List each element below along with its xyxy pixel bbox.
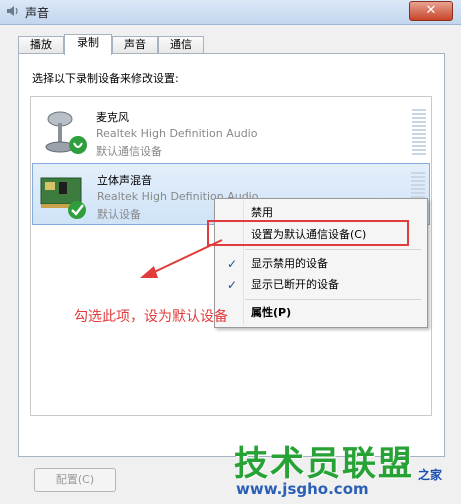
menu-item-label: 属性(P) xyxy=(251,306,292,319)
arrow-icon xyxy=(140,239,223,278)
device-status: 默认设备 xyxy=(97,208,141,221)
close-button[interactable]: ✕ xyxy=(409,1,453,21)
tab-communications[interactable]: 通信 xyxy=(158,36,204,54)
highlight-box xyxy=(207,220,409,246)
tab-playback[interactable]: 播放 xyxy=(18,36,64,54)
context-menu: 禁用 设置为默认通信设备(C) ✓ 显示禁用的设备 ✓ 显示已断开的设备 属性(… xyxy=(214,198,428,328)
microphone-icon xyxy=(45,111,87,154)
level-meter xyxy=(412,109,426,155)
annotation-text: 勾选此项，设为默认设备 xyxy=(74,309,228,325)
menu-separator xyxy=(245,249,421,250)
title-bar: 声音 ✕ xyxy=(0,0,461,25)
tab-recording[interactable]: 录制 xyxy=(64,34,112,55)
menu-item-properties[interactable]: 属性(P) xyxy=(215,303,427,323)
speaker-icon xyxy=(7,6,18,16)
sound-card-icon xyxy=(40,177,86,219)
watermark-url: www.jsgho.com xyxy=(236,480,369,498)
menu-item-show-disconnected[interactable]: ✓ 显示已断开的设备 xyxy=(215,275,427,295)
watermark: 技术员联盟 www.jsgho.com 之家 xyxy=(234,436,458,502)
device-name: 麦克风 xyxy=(96,111,129,124)
watermark-tag: 之家 xyxy=(418,468,443,482)
menu-separator xyxy=(245,299,421,300)
check-icon: ✓ xyxy=(227,278,238,292)
menu-item-label: 显示禁用的设备 xyxy=(251,257,328,270)
watermark-brand: 技术员联盟 xyxy=(234,444,414,484)
device-name: 立体声混音 xyxy=(97,174,152,187)
device-status: 默认通信设备 xyxy=(96,145,162,158)
instruction-text: 选择以下录制设备来修改设置: xyxy=(32,72,179,85)
menu-item-show-disabled[interactable]: ✓ 显示禁用的设备 xyxy=(215,254,427,274)
configure-button[interactable]: 配置(C) xyxy=(34,468,116,492)
device-driver: Realtek High Definition Audio xyxy=(96,127,258,140)
tab-sounds[interactable]: 声音 xyxy=(112,36,158,54)
check-icon: ✓ xyxy=(227,257,238,271)
device-item-microphone[interactable]: 麦克风 Realtek High Definition Audio 默认通信设备 xyxy=(32,101,430,161)
window-title: 声音 xyxy=(25,6,50,20)
menu-item-label: 显示已断开的设备 xyxy=(251,278,339,291)
